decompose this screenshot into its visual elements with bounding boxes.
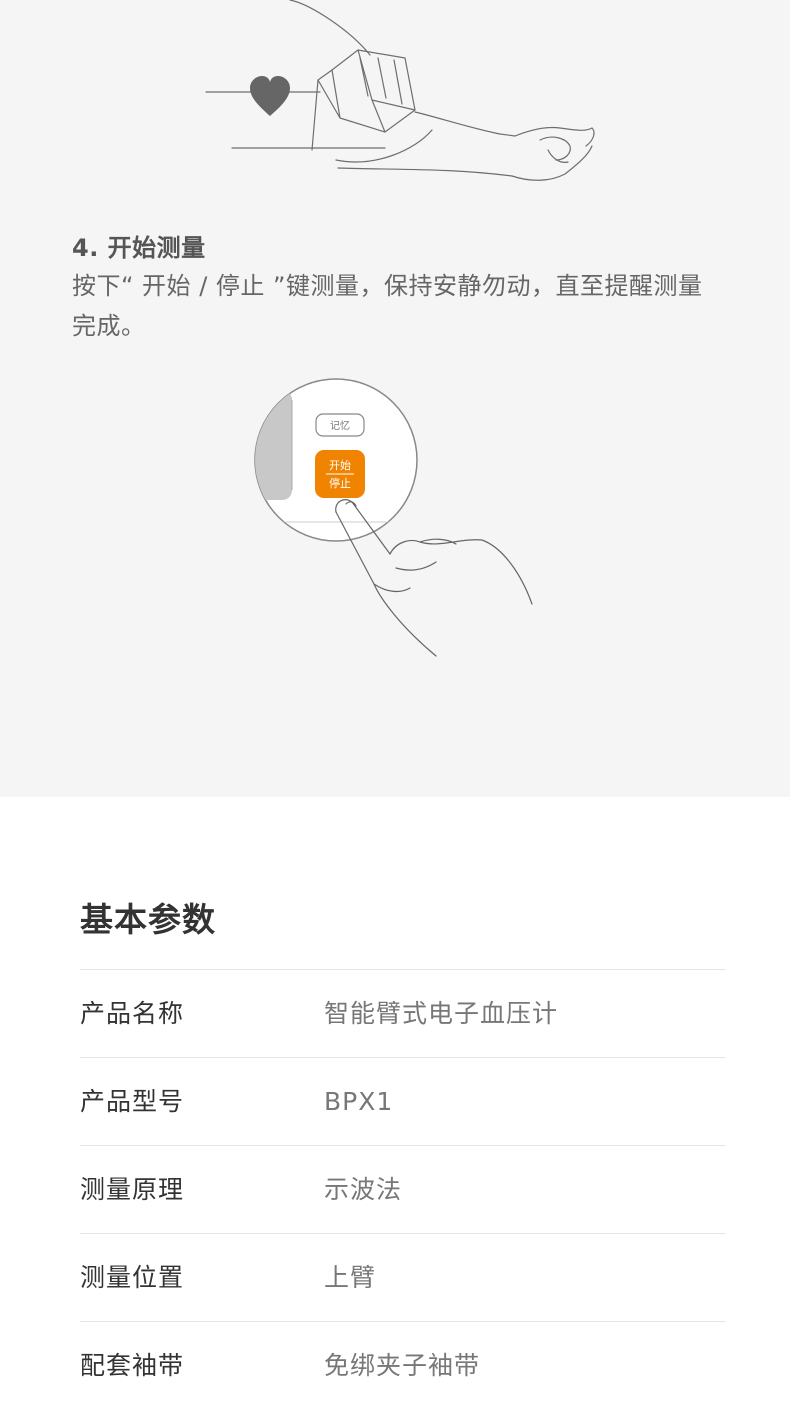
start-button-illustration: 记忆 开始 停止	[254, 378, 533, 657]
specs-table: 产品名称 智能臂式电子血压计 产品型号 BPX1 测量原理 示波法 测量位置 上…	[80, 969, 726, 1409]
spec-row: 测量原理 示波法	[80, 1145, 726, 1233]
instruction-panel: 4. 开始测量 按下“ 开始 / 停止 ”键测量，保持安静勿动，直至提醒测量完成…	[0, 0, 790, 797]
spec-value: 智能臂式电子血压计	[324, 999, 559, 1028]
memory-button-label: 记忆	[330, 419, 350, 432]
spec-row: 配套袖带 免绑夹子袖带	[80, 1321, 726, 1409]
spec-row: 测量位置 上臂	[80, 1233, 726, 1321]
step-title: 4. 开始测量	[72, 234, 206, 262]
spec-value: 免绑夹子袖带	[324, 1351, 481, 1380]
spec-value: 示波法	[324, 1175, 403, 1204]
spec-key: 测量原理	[80, 1175, 185, 1204]
spec-key: 产品型号	[80, 1087, 185, 1116]
spec-value: 上臂	[324, 1263, 377, 1292]
spec-row: 产品型号 BPX1	[80, 1057, 726, 1145]
start-stop-button: 开始 停止	[315, 450, 365, 498]
step-description: 按下“ 开始 / 停止 ”键测量，保持安静勿动，直至提醒测量完成。	[72, 272, 703, 340]
spec-key: 产品名称	[80, 999, 185, 1028]
start-label: 开始	[329, 458, 351, 472]
spec-value: BPX1	[324, 1087, 394, 1116]
arm-cuff-illustration	[205, 0, 595, 181]
stop-label: 停止	[329, 476, 351, 490]
specs-title: 基本参数	[80, 900, 216, 939]
memory-button: 记忆	[315, 413, 365, 437]
spec-key: 配套袖带	[80, 1351, 185, 1380]
spec-row: 产品名称 智能臂式电子血压计	[80, 969, 726, 1057]
spec-key: 测量位置	[80, 1263, 185, 1292]
heart-icon	[250, 76, 290, 116]
